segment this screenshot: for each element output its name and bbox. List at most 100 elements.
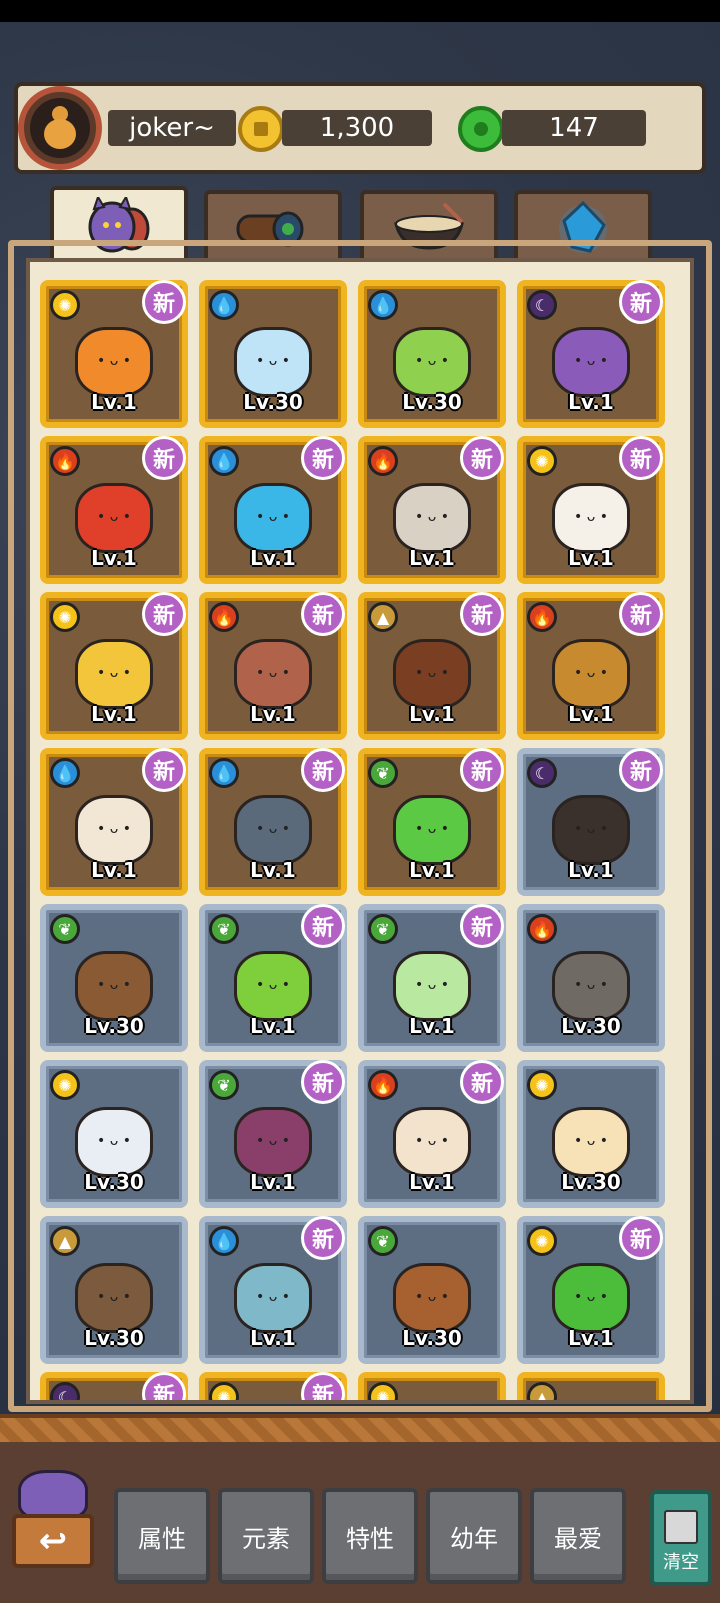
new-badge: 新 [460, 748, 504, 792]
monster-card[interactable]: ☾• ᴗ •新 [40, 1372, 188, 1400]
monster-card[interactable]: ✺ • ᴗ • 新 Lv.1 [517, 436, 665, 584]
monster-card[interactable]: ❦ • ᴗ • Lv.30 [40, 904, 188, 1052]
new-badge: 新 [142, 748, 186, 792]
new-badge: 新 [301, 748, 345, 792]
monster-face-icon: • ᴗ • [256, 664, 290, 681]
sun-icon: ✺ [527, 1226, 557, 1256]
monster-face-icon: • ᴗ • [574, 664, 608, 681]
monster-card[interactable]: 💧 • ᴗ • 新 Lv.1 [199, 1216, 347, 1364]
level-label: Lv.1 [250, 546, 296, 570]
level-label: Lv.1 [568, 546, 614, 570]
monster-card[interactable]: ✺ • ᴗ • Lv.30 [517, 1060, 665, 1208]
sun-icon: ✺ [368, 1382, 398, 1400]
level-label: Lv.1 [91, 546, 137, 570]
username-label: joker~ [108, 110, 236, 146]
monster-card[interactable]: 💧 • ᴗ • 新 Lv.1 [199, 436, 347, 584]
leaf-icon: ❦ [209, 1070, 239, 1100]
level-label: Lv.30 [84, 1326, 144, 1350]
monster-sprite: • ᴗ • [75, 327, 153, 398]
monster-card[interactable]: ☾ • ᴗ • 新 Lv.1 [517, 280, 665, 428]
level-label: Lv.1 [568, 858, 614, 882]
monster-sprite: • ᴗ • [552, 795, 630, 866]
monster-card[interactable]: ✺ • ᴗ • 新 Lv.1 [517, 1216, 665, 1364]
level-label: Lv.1 [409, 702, 455, 726]
monster-sprite: • ᴗ • [75, 1263, 153, 1334]
monster-card[interactable]: ✺ • ᴗ • 新 Lv.1 [40, 280, 188, 428]
monster-card[interactable]: 💧 • ᴗ • 新 Lv.1 [199, 748, 347, 896]
sun-icon: ✺ [209, 1382, 239, 1400]
monster-card[interactable]: ❦ • ᴗ • 新 Lv.1 [199, 904, 347, 1052]
monster-card[interactable]: ✺ • ᴗ • 新 Lv.1 [40, 592, 188, 740]
monster-card[interactable]: 💧 • ᴗ • Lv.30 [358, 280, 506, 428]
filter-favorite-button[interactable]: 最爱 [530, 1488, 626, 1584]
leaf-icon: ❦ [368, 1226, 398, 1256]
level-label: Lv.1 [568, 390, 614, 414]
monster-sprite: • ᴗ • [552, 483, 630, 554]
monster-sprite: • ᴗ • [393, 951, 471, 1022]
clear-button[interactable]: 清空 [650, 1490, 712, 1586]
monster-card[interactable]: ▲• ᴗ • [517, 1372, 665, 1400]
monster-face-icon: • ᴗ • [97, 820, 131, 837]
monster-face-icon: • ᴗ • [415, 976, 449, 993]
level-label: Lv.30 [561, 1170, 621, 1194]
filter-attribute-button[interactable]: 属性 [114, 1488, 210, 1584]
monster-card[interactable]: ▲ • ᴗ • Lv.30 [40, 1216, 188, 1364]
monster-card[interactable]: 💧 • ᴗ • Lv.30 [199, 280, 347, 428]
monster-sprite: • ᴗ • [75, 483, 153, 554]
monster-sprite: • ᴗ • [75, 795, 153, 866]
monster-sprite: • ᴗ • [234, 1263, 312, 1334]
monster-card[interactable]: ▲ • ᴗ • 新 Lv.1 [358, 592, 506, 740]
leaf-icon: ❦ [50, 914, 80, 944]
new-badge: 新 [460, 436, 504, 480]
player-avatar[interactable] [18, 86, 102, 170]
monster-card[interactable]: ❦ • ᴗ • 新 Lv.1 [358, 904, 506, 1052]
monster-sprite: • ᴗ • [75, 639, 153, 710]
monster-face-icon: • ᴗ • [256, 1288, 290, 1305]
level-label: Lv.1 [409, 858, 455, 882]
trash-icon [664, 1510, 698, 1544]
filter-element-button[interactable]: 元素 [218, 1488, 314, 1584]
back-arrow-icon: ↩ [12, 1514, 94, 1568]
monster-card[interactable]: ❦ • ᴗ • Lv.30 [358, 1216, 506, 1364]
new-badge: 新 [301, 1372, 345, 1400]
water-drop-icon: 💧 [50, 758, 80, 788]
new-badge: 新 [460, 1060, 504, 1104]
level-label: Lv.30 [402, 1326, 462, 1350]
flame-icon: 🔥 [368, 446, 398, 476]
monster-face-icon: • ᴗ • [256, 820, 290, 837]
moon-icon: ☾ [527, 290, 557, 320]
monster-face-icon: • ᴗ • [574, 976, 608, 993]
monster-face-icon: • ᴗ • [574, 820, 608, 837]
monster-sprite: • ᴗ • [234, 1107, 312, 1178]
monster-card[interactable]: 🔥 • ᴗ • 新 Lv.1 [199, 592, 347, 740]
gold-amount: 1,300 [282, 110, 432, 146]
monster-card[interactable]: ✺• ᴗ • [358, 1372, 506, 1400]
monster-grid[interactable]: ✺ • ᴗ • 新 Lv.1 💧 • ᴗ • Lv.30 💧 • ᴗ • Lv.30 ☾ • ᴗ • 新… [40, 280, 670, 1400]
monster-sprite: • ᴗ • [552, 639, 630, 710]
monster-face-icon: • ᴗ • [574, 352, 608, 369]
monster-card[interactable]: 🔥 • ᴗ • 新 Lv.1 [358, 436, 506, 584]
monster-card[interactable]: 🔥 • ᴗ • Lv.30 [517, 904, 665, 1052]
new-badge: 新 [460, 904, 504, 948]
monster-sprite: • ᴗ • [552, 951, 630, 1022]
level-label: Lv.1 [91, 858, 137, 882]
monster-sprite: • ᴗ • [234, 483, 312, 554]
back-button[interactable]: ↩ [12, 1470, 94, 1580]
monster-card[interactable]: 🔥 • ᴗ • 新 Lv.1 [358, 1060, 506, 1208]
monster-card[interactable]: 💧 • ᴗ • 新 Lv.1 [40, 748, 188, 896]
monster-card[interactable]: ❦ • ᴗ • 新 Lv.1 [358, 748, 506, 896]
monster-card[interactable]: ✺• ᴗ •新 [199, 1372, 347, 1400]
new-badge: 新 [301, 904, 345, 948]
filter-young-button[interactable]: 幼年 [426, 1488, 522, 1584]
monster-card[interactable]: ✺ • ᴗ • Lv.30 [40, 1060, 188, 1208]
monster-card[interactable]: ❦ • ᴗ • 新 Lv.1 [199, 1060, 347, 1208]
monster-card[interactable]: 🔥 • ᴗ • 新 Lv.1 [40, 436, 188, 584]
level-label: Lv.1 [91, 390, 137, 414]
monster-sprite: • ᴗ • [393, 795, 471, 866]
monster-card[interactable]: ☾ • ᴗ • 新 Lv.1 [517, 748, 665, 896]
monster-card[interactable]: 🔥 • ᴗ • 新 Lv.1 [517, 592, 665, 740]
monster-sprite: • ᴗ • [393, 327, 471, 398]
water-drop-icon: 💧 [209, 446, 239, 476]
level-label: Lv.1 [409, 546, 455, 570]
filter-trait-button[interactable]: 特性 [322, 1488, 418, 1584]
